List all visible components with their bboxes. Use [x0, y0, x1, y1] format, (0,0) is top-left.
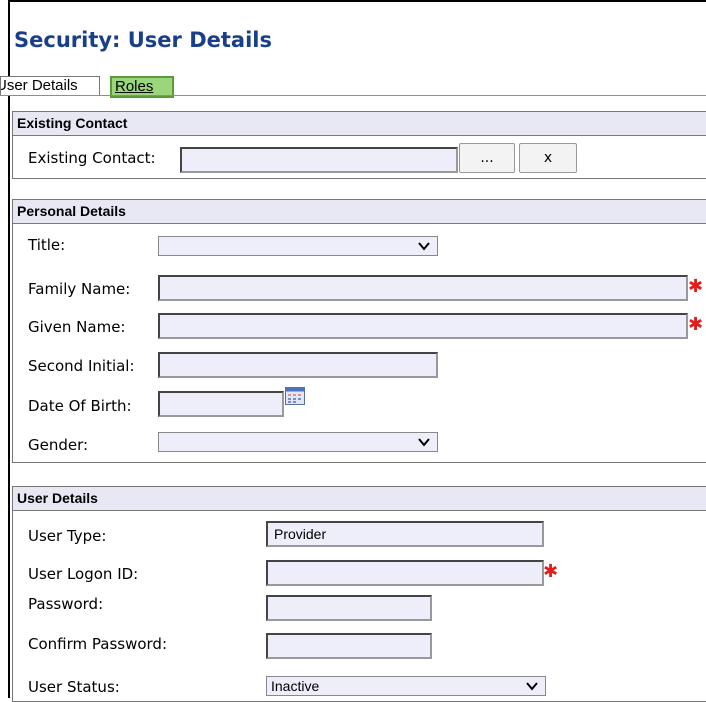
user-logon-input[interactable] — [266, 560, 544, 586]
confirm-password-label: Confirm Password: — [28, 635, 168, 653]
user-type-label: User Type: — [28, 527, 107, 545]
gender-label: Gender: — [28, 436, 89, 454]
window-left-border — [8, 0, 10, 698]
window-top-border — [8, 0, 706, 2]
page-title: Security: User Details — [14, 28, 272, 52]
given-name-label: Given Name: — [28, 318, 126, 336]
second-initial-label: Second Initial: — [28, 357, 135, 375]
user-type-input[interactable] — [266, 521, 544, 547]
password-label: Password: — [28, 595, 104, 613]
user-status-label: User Status: — [28, 678, 120, 696]
chevron-down-icon — [418, 242, 430, 251]
required-icon: ✱ — [688, 314, 704, 335]
section-header-existing-contact: Existing Contact — [13, 112, 706, 136]
user-logon-label: User Logon ID: — [28, 565, 139, 583]
title-select[interactable] — [158, 236, 438, 256]
given-name-input[interactable] — [158, 313, 688, 339]
second-initial-input[interactable] — [158, 352, 438, 378]
personal-details-section: Personal Details Title: Family Name: ✱ G… — [12, 199, 706, 463]
gender-select[interactable] — [158, 432, 438, 452]
required-icon: ✱ — [688, 276, 704, 297]
section-header-personal-details: Personal Details — [13, 200, 706, 224]
family-name-input[interactable] — [158, 275, 688, 301]
section-header-user-details: User Details — [13, 487, 706, 511]
required-icon: ✱ — [543, 561, 559, 582]
clear-contact-button[interactable]: x — [519, 143, 577, 173]
dob-input[interactable] — [158, 391, 284, 417]
password-input[interactable] — [266, 595, 432, 621]
tab-divider — [0, 95, 706, 96]
confirm-password-input[interactable] — [266, 633, 432, 659]
dob-label: Date Of Birth: — [28, 397, 132, 415]
existing-contact-input[interactable] — [180, 147, 458, 173]
existing-contact-section: Existing Contact Existing Contact: ... x — [12, 111, 706, 179]
user-status-select[interactable]: Inactive — [266, 676, 546, 696]
family-name-label: Family Name: — [28, 280, 131, 298]
chevron-down-icon — [526, 682, 538, 691]
user-details-section: User Details User Type: User Logon ID: ✱… — [12, 486, 706, 702]
title-label: Title: — [28, 236, 66, 254]
browse-contact-button[interactable]: ... — [459, 143, 515, 173]
tab-user-details[interactable]: User Details — [0, 76, 100, 95]
calendar-icon[interactable] — [285, 387, 305, 405]
tab-user-details-label: User Details — [0, 77, 78, 94]
chevron-down-icon — [418, 438, 430, 447]
user-status-value: Inactive — [271, 678, 320, 694]
existing-contact-label: Existing Contact: — [28, 149, 156, 167]
